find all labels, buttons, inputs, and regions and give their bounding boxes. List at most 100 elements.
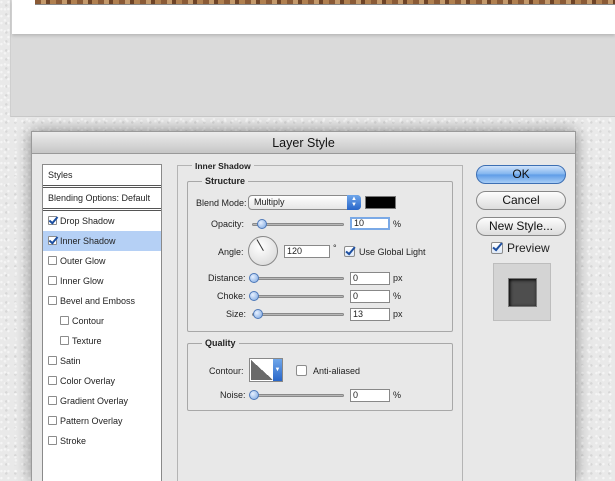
style-checkbox[interactable] (48, 416, 57, 425)
style-item-label: Contour (72, 316, 105, 326)
style-checkbox[interactable] (48, 436, 57, 445)
noise-label: Noise: (220, 390, 246, 400)
style-item-label: Texture (72, 336, 102, 346)
style-checkbox[interactable] (48, 216, 57, 225)
preview-checkbox[interactable] (491, 242, 503, 254)
style-item-label: Inner Glow (60, 276, 104, 286)
size-slider-handle[interactable] (253, 309, 264, 319)
blend-mode-select[interactable]: Multiply ▲ ▼ (248, 195, 361, 210)
noise-unit: % (393, 390, 402, 400)
layer-style-dialog: Layer Style Styles Blending Options: Def… (31, 131, 576, 481)
choke-field[interactable]: 0 (350, 290, 390, 303)
distance-label: Distance: (208, 273, 246, 283)
style-item-contour[interactable]: Contour (43, 311, 161, 331)
style-item-label: Outer Glow (60, 256, 106, 266)
style-item-label: Drop Shadow (60, 216, 115, 226)
distance-unit: px (393, 273, 403, 283)
new-style-button[interactable]: New Style... (476, 217, 566, 236)
size-slider[interactable] (252, 309, 344, 319)
style-item-label: Pattern Overlay (60, 416, 123, 426)
quality-title: Quality (202, 338, 239, 348)
style-item-gradient-overlay[interactable]: Gradient Overlay (43, 391, 161, 411)
style-item-outer-glow[interactable]: Outer Glow (43, 251, 161, 271)
style-preview (493, 263, 551, 321)
style-checkbox[interactable] (60, 316, 69, 325)
anti-aliased-label: Anti-aliased (313, 366, 361, 376)
dropdown-arrow-icon: ▼ (273, 359, 282, 381)
use-global-light-label: Use Global Light (359, 247, 426, 257)
use-global-light-checkbox[interactable] (344, 246, 355, 257)
size-unit: px (393, 309, 403, 319)
inner-shadow-panel: Inner Shadow Structure Blend Mode: Multi… (177, 161, 463, 481)
style-checkbox[interactable] (48, 276, 57, 285)
styles-list-header[interactable]: Styles (43, 165, 161, 185)
choke-slider[interactable] (249, 291, 344, 301)
style-item-label: Color Overlay (60, 376, 116, 386)
structure-group: Structure Blend Mode: Multiply ▲ ▼ Opacit… (187, 176, 453, 332)
style-preview-swatch (508, 278, 537, 307)
style-item-stroke[interactable]: Stroke (43, 431, 161, 451)
distance-slider[interactable] (249, 273, 344, 283)
style-item-label: Bevel and Emboss (60, 296, 136, 306)
style-item-texture[interactable]: Texture (43, 331, 161, 351)
opacity-slider[interactable] (252, 219, 344, 229)
styles-list: Styles Blending Options: Default Drop Sh… (42, 164, 162, 481)
distance-field[interactable]: 0 (350, 272, 390, 285)
anti-aliased-checkbox[interactable] (296, 365, 307, 376)
cancel-button[interactable]: Cancel (476, 191, 566, 210)
angle-dial[interactable] (248, 236, 278, 266)
style-checkbox[interactable] (48, 296, 57, 305)
angle-field[interactable]: 120 (284, 245, 330, 258)
choke-unit: % (393, 291, 402, 301)
blend-mode-label: Blend Mode: (196, 198, 247, 208)
choke-slider-handle[interactable] (249, 291, 259, 301)
style-item-label: Gradient Overlay (60, 396, 129, 406)
size-label: Size: (226, 309, 247, 319)
panel-title: Inner Shadow (192, 161, 254, 171)
style-item-bevel-and-emboss[interactable]: Bevel and Emboss (43, 291, 161, 311)
quality-group: Quality Contour: ▼ Anti-aliased Noise: 0… (187, 338, 453, 411)
style-item-label: Satin (60, 356, 81, 366)
style-item-label: Inner Shadow (60, 236, 116, 246)
canvas-image-strip (35, 0, 615, 5)
angle-unit: ° (333, 243, 337, 253)
blending-options-item[interactable]: Blending Options: Default (43, 188, 161, 208)
style-item-drop-shadow[interactable]: Drop Shadow (43, 211, 161, 231)
list-divider (43, 185, 161, 186)
list-divider (43, 208, 161, 209)
distance-slider-handle[interactable] (249, 273, 259, 283)
noise-slider-handle[interactable] (249, 390, 259, 400)
preview-label: Preview (507, 241, 550, 255)
noise-field[interactable]: 0 (350, 389, 390, 402)
contour-picker[interactable]: ▼ (249, 358, 283, 382)
style-checkbox[interactable] (48, 396, 57, 405)
choke-label: Choke: (217, 291, 246, 301)
style-item-pattern-overlay[interactable]: Pattern Overlay (43, 411, 161, 431)
style-item-inner-shadow[interactable]: Inner Shadow (43, 231, 161, 251)
contour-label: Contour: (209, 366, 244, 376)
ok-button[interactable]: OK (476, 165, 566, 184)
noise-slider[interactable] (249, 390, 344, 400)
angle-label: Angle: (218, 247, 244, 257)
style-checkbox[interactable] (48, 356, 57, 365)
shadow-color-swatch[interactable] (365, 196, 396, 209)
style-item-inner-glow[interactable]: Inner Glow (43, 271, 161, 291)
opacity-unit: % (393, 219, 402, 229)
select-arrows-icon: ▲ ▼ (347, 195, 361, 210)
size-field[interactable]: 13 (350, 308, 390, 321)
opacity-slider-handle[interactable] (257, 219, 267, 229)
dialog-title[interactable]: Layer Style (32, 132, 575, 154)
style-item-label: Stroke (60, 436, 87, 446)
style-item-satin[interactable]: Satin (43, 351, 161, 371)
style-checkbox[interactable] (60, 336, 69, 345)
canvas-document (12, 0, 615, 34)
structure-title: Structure (202, 176, 249, 186)
style-checkbox[interactable] (48, 376, 57, 385)
opacity-field[interactable]: 10 (350, 217, 390, 230)
style-checkbox[interactable] (48, 256, 57, 265)
opacity-label: Opacity: (211, 219, 245, 229)
style-checkbox[interactable] (48, 236, 57, 245)
angle-dial-hand (256, 239, 264, 251)
contour-preview-icon (251, 360, 273, 380)
style-item-color-overlay[interactable]: Color Overlay (43, 371, 161, 391)
